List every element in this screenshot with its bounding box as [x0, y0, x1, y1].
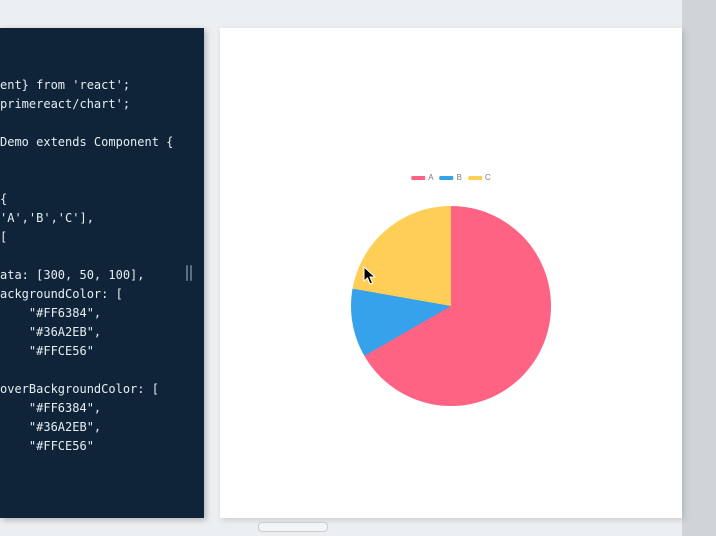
code-content[interactable]: ent} from 'react'; primereact/chart'; De… [0, 76, 204, 456]
right-gutter [682, 0, 716, 536]
code-line: "#36A2EB", [0, 420, 101, 434]
splitter-grip-icon [186, 265, 188, 281]
code-line: primereact/chart'; [0, 97, 130, 111]
legend-item-c[interactable]: C [468, 173, 491, 182]
code-line: ackgroundColor: [ [0, 287, 123, 301]
legend-label: A [428, 173, 433, 182]
code-line: "#FFCE56" [0, 344, 94, 358]
code-line: "#FF6384", [0, 306, 101, 320]
code-line: 'A','B','C'], [0, 211, 94, 225]
legend-label: C [485, 173, 491, 182]
splitter-grip-icon [190, 265, 192, 281]
chart-preview-panel: A B C [220, 28, 682, 518]
legend-item-b[interactable]: B [440, 173, 462, 182]
legend-swatch-icon [440, 176, 454, 180]
legend-label: B [457, 173, 462, 182]
code-line: "#36A2EB", [0, 325, 101, 339]
legend-item-a[interactable]: A [411, 173, 433, 182]
app-stage: ent} from 'react'; primereact/chart'; De… [0, 0, 716, 536]
code-line: ata: [300, 50, 100], [0, 268, 145, 282]
code-line: ent} from 'react'; [0, 78, 130, 92]
code-line: Demo extends Component { [0, 135, 173, 149]
pie-chart[interactable] [351, 206, 551, 406]
pie-chart-canvas[interactable] [351, 206, 551, 406]
panel-splitter[interactable] [184, 264, 194, 282]
code-line: { [0, 192, 7, 206]
code-line: overBackgroundColor: [ [0, 382, 159, 396]
code-line: [ [0, 230, 7, 244]
legend-swatch-icon [468, 176, 482, 180]
legend-swatch-icon [411, 176, 425, 180]
chart-legend: A B C [411, 173, 490, 182]
code-line: "#FF6384", [0, 401, 101, 415]
code-editor-panel[interactable]: ent} from 'react'; primereact/chart'; De… [0, 28, 204, 518]
bottom-control-placeholder [258, 522, 328, 532]
code-line: "#FFCE56" [0, 439, 94, 453]
